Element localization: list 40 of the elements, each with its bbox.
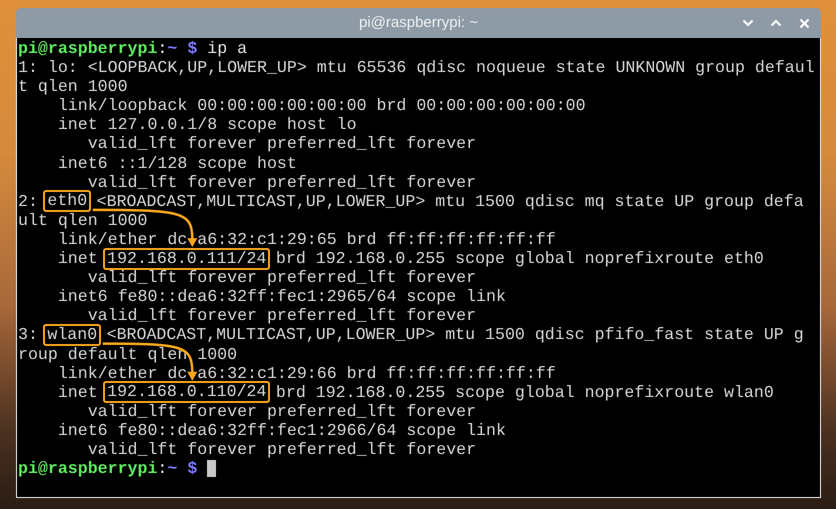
terminal-text: inet6 ::1/128 scope host: [56, 154, 297, 173]
terminal-text: inet: [56, 249, 99, 268]
terminal-text: valid_lft forever preferred_lft forever: [86, 402, 476, 421]
close-icon: [798, 18, 810, 28]
terminal-text: inet6 fe80::dea6:32ff:fec1:2965/64 scope link: [56, 287, 506, 306]
highlighted-text: 192.168.0.110/24: [103, 381, 270, 404]
terminal-text: brd 192.168.0.255 scope global noprefixroute wlan0: [274, 382, 774, 402]
prompt-path: ~: [167, 459, 178, 478]
command-text: ip a: [207, 39, 248, 58]
prompt-path: ~: [167, 39, 178, 58]
prompt-symbol: $: [186, 459, 198, 478]
terminal-text: valid_lft forever preferred_lft forever: [86, 268, 476, 288]
highlighted-text: wlan0: [43, 324, 102, 346]
terminal-text: valid_lft forever preferred_lft forever: [86, 440, 476, 460]
terminal-text: <BROADCAST,MULTICAST,UP,LOWER_UP> mtu 1500 qdisc pfifo_fast state UP g: [106, 325, 804, 344]
window-title: pi@raspberrypi: ~: [358, 12, 478, 33]
terminal-text: link/loopback 00:00:00:00:00:00 brd 00:00:00:00:00:00: [56, 96, 586, 116]
terminal-text: roup default qlen 1000: [18, 344, 238, 364]
terminal-text: brd 192.168.0.255 scope global noprefixroute eth0: [274, 249, 764, 268]
terminal-text: inet 127.0.0.1/8 scope host lo: [56, 115, 357, 134]
prompt-separator: :: [157, 39, 168, 58]
terminal-text: 1: lo: <LOOPBACK,UP,LOWER_UP> mtu 65536 qdisc noqueue state UNKNOWN group defaul: [18, 58, 815, 78]
terminal-text: 3:: [18, 325, 39, 344]
prompt-user-host: pi@raspberrypi: [18, 459, 158, 478]
terminal-text: valid_lft forever preferred_lft forever: [86, 172, 476, 192]
chevron-down-icon: [742, 19, 754, 27]
prompt-separator: :: [157, 459, 168, 478]
chevron-up-icon: [770, 19, 782, 27]
terminal-text: inet: [56, 382, 99, 402]
highlighted-text: 192.168.0.111/24: [103, 248, 270, 270]
terminal-text: t qlen 1000: [18, 77, 128, 96]
terminal-text: valid_lft forever preferred_lft forever: [86, 134, 476, 154]
terminal-text: <BROADCAST,MULTICAST,UP,LOWER_UP> mtu 1500 qdisc mq state UP group defa: [96, 192, 804, 211]
prompt-symbol: $: [186, 39, 198, 58]
terminal-text: 2:: [18, 192, 39, 211]
terminal-text: inet6 fe80::dea6:32ff:fec1:2966/64 scope link: [56, 420, 506, 440]
prompt-user-host: pi@raspberrypi: [18, 39, 158, 58]
terminal-text: valid_lft forever preferred_lft forever: [86, 306, 476, 326]
highlighted-text: eth0: [43, 190, 92, 212]
terminal-text: ult qlen 1000: [18, 210, 148, 230]
